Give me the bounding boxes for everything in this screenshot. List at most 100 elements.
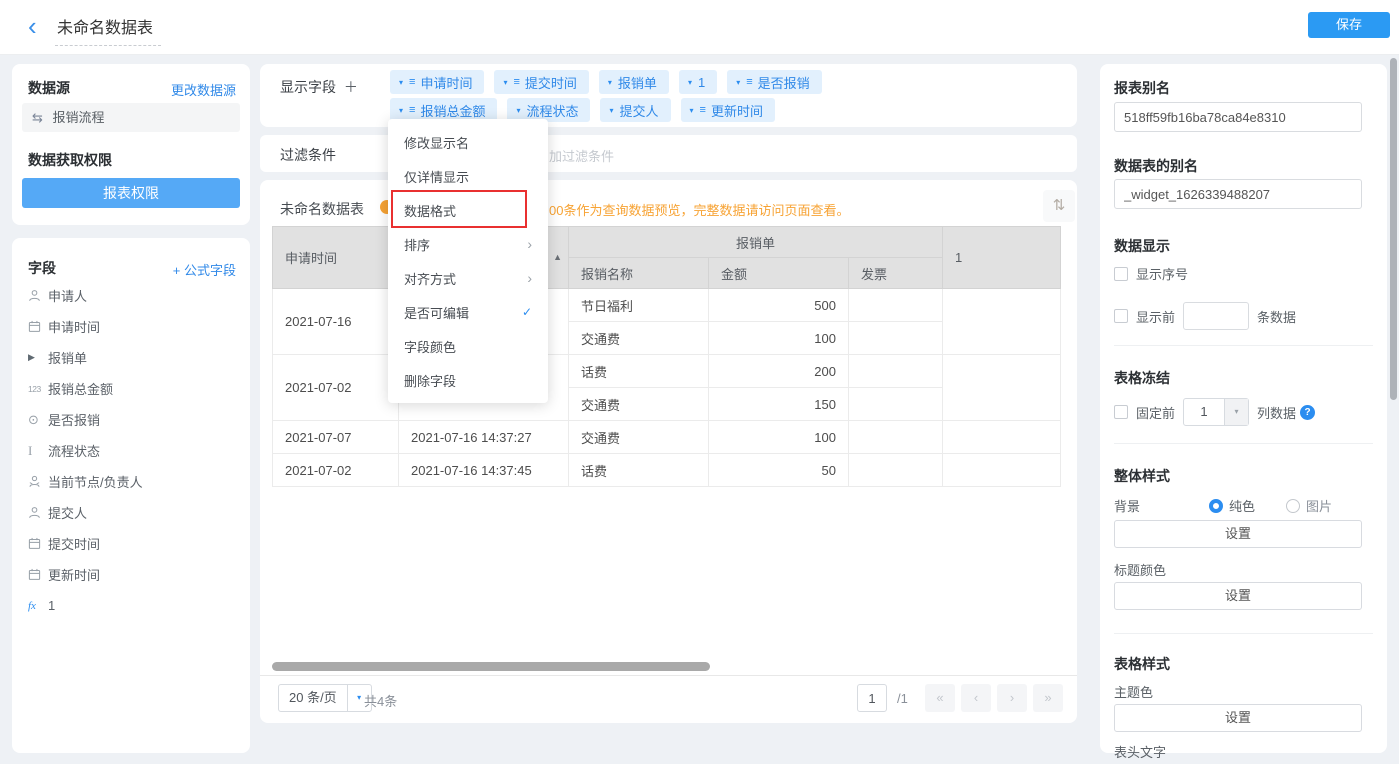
chip-label: 申请时间 xyxy=(420,73,472,92)
help-icon[interactable]: ? xyxy=(1300,405,1315,420)
col-group-expense-form[interactable]: 报销单 xyxy=(569,227,943,258)
field-item-applicant[interactable]: 申请人 xyxy=(12,280,250,311)
field-lines-icon: ≡ xyxy=(513,76,519,88)
fields-panel: 字段 + 公式字段 申请人 申请时间 ▶ 报销单 123 报销总金额 ⊙ 是否报… xyxy=(12,238,250,753)
chevron-down-icon[interactable]: ▾ xyxy=(736,78,740,87)
field-item-label: 当前节点/负责人 xyxy=(48,472,143,491)
col-header-name[interactable]: 报销名称 xyxy=(569,258,709,289)
cell-apply-time: 2021-07-16 xyxy=(273,289,399,355)
menu-item-editable[interactable]: 是否可编辑✓ xyxy=(388,295,548,329)
radio-unselected-icon[interactable] xyxy=(1286,499,1300,513)
vertical-scrollbar[interactable] xyxy=(1390,58,1397,400)
image-option[interactable]: 图片 xyxy=(1286,496,1332,516)
next-page-button[interactable]: › xyxy=(997,684,1027,712)
menu-item-rename[interactable]: 修改显示名 xyxy=(388,125,548,159)
divider xyxy=(1114,443,1373,444)
solid-color-option[interactable]: 纯色 xyxy=(1209,496,1255,516)
field-item-total-amount[interactable]: 123 报销总金额 xyxy=(12,373,250,404)
report-alias-input[interactable] xyxy=(1114,102,1362,132)
background-set-button[interactable]: 设置 xyxy=(1114,520,1362,548)
col-header-invoice[interactable]: 发票 xyxy=(849,258,943,289)
menu-item-field-color[interactable]: 字段颜色 xyxy=(388,329,548,363)
field-chip-is-reimbursed[interactable]: ▾≡是否报销 xyxy=(727,70,821,94)
field-item-label: 1 xyxy=(48,598,55,613)
datasource-item[interactable]: ⇆ 报销流程 xyxy=(22,103,240,132)
field-chip-apply-time[interactable]: ▾≡申请时间 xyxy=(390,70,484,94)
chevron-down-icon[interactable]: ▾ xyxy=(1224,399,1248,425)
table-row[interactable]: 2021-07-02 2021-07-16 14:37:45 话费 50 xyxy=(273,454,1061,487)
chevron-down-icon[interactable]: ▾ xyxy=(399,78,403,87)
field-chip-1[interactable]: ▾1 xyxy=(679,70,717,94)
field-item-label: 报销总金额 xyxy=(48,379,113,398)
field-item-submitter[interactable]: 提交人 xyxy=(12,497,250,528)
cell-formula xyxy=(943,355,1061,421)
title-color-set-button[interactable]: 设置 xyxy=(1114,582,1362,610)
field-item-submit-time[interactable]: 提交时间 xyxy=(12,528,250,559)
report-permission-button[interactable]: 报表权限 xyxy=(22,178,240,208)
chevron-down-icon[interactable]: ▾ xyxy=(688,78,692,87)
table-alias-input[interactable] xyxy=(1114,179,1362,209)
chevron-down-icon[interactable]: ▾ xyxy=(609,106,613,115)
freeze-prefix: 固定前 xyxy=(1136,403,1175,422)
field-item-label: 报销单 xyxy=(48,348,87,367)
menu-item-delete-field[interactable]: 删除字段 xyxy=(388,363,548,397)
save-button[interactable]: 保存 xyxy=(1308,12,1390,38)
col-header-1[interactable]: 1 xyxy=(943,227,1061,289)
background-row: 背景 纯色 图片 xyxy=(1114,496,1364,516)
field-item-flow-status[interactable]: I 流程状态 xyxy=(12,435,250,466)
field-item-update-time[interactable]: 更新时间 xyxy=(12,559,250,590)
change-datasource-link[interactable]: 更改数据源 xyxy=(171,80,236,99)
field-chip-submit-time[interactable]: ▾≡提交时间 xyxy=(494,70,588,94)
field-item-current-node[interactable]: 当前节点/负责人 xyxy=(12,466,250,497)
last-page-button[interactable]: » xyxy=(1033,684,1063,712)
chevron-down-icon[interactable]: ▾ xyxy=(516,106,520,115)
cell-amount: 100 xyxy=(709,322,849,355)
cell-submit-time: 2021-07-16 14:37:27 xyxy=(399,421,569,454)
col-header-apply-time[interactable]: 申请时间 xyxy=(273,227,399,289)
menu-item-align[interactable]: 对齐方式› xyxy=(388,261,548,295)
menu-item-sort[interactable]: 排序› xyxy=(388,227,548,261)
expand-icon[interactable]: ▶ xyxy=(28,352,48,363)
cell-formula xyxy=(943,289,1061,355)
cell-name: 交通费 xyxy=(569,388,709,421)
field-item-formula-1[interactable]: fx 1 xyxy=(12,590,250,621)
chevron-down-icon[interactable]: ▾ xyxy=(690,106,694,115)
chip-label: 更新时间 xyxy=(711,101,763,120)
horizontal-scrollbar[interactable] xyxy=(272,662,710,671)
freeze-row: 固定前 1 ▾ 列数据 ? xyxy=(1114,398,1315,426)
chevron-down-icon[interactable]: ▾ xyxy=(399,106,403,115)
prev-page-button[interactable]: ‹ xyxy=(961,684,991,712)
field-item-label: 更新时间 xyxy=(48,565,100,584)
add-field-icon[interactable]: ＋ xyxy=(344,79,358,95)
page-title[interactable]: 未命名数据表 xyxy=(55,14,161,46)
show-first-count-input[interactable] xyxy=(1183,302,1249,330)
chevron-down-icon[interactable]: ▾ xyxy=(608,78,612,87)
field-chip-expense-form[interactable]: ▾报销单 xyxy=(599,70,669,94)
col-header-amount[interactable]: 金额 xyxy=(709,258,849,289)
formula-field-link[interactable]: + 公式字段 xyxy=(173,260,236,279)
add-filter-placeholder[interactable]: 加过滤条件 xyxy=(549,146,614,165)
field-item-expense-form[interactable]: ▶ 报销单 xyxy=(12,342,250,373)
page-size-select[interactable]: 20 条/页 ▾ xyxy=(278,684,372,712)
field-chip-update-time[interactable]: ▾≡更新时间 xyxy=(681,98,775,122)
theme-color-set-button[interactable]: 设置 xyxy=(1114,704,1362,732)
field-item-is-reimbursed[interactable]: ⊙ 是否报销 xyxy=(12,404,250,435)
menu-item-data-format[interactable]: 数据格式 xyxy=(388,193,548,227)
freeze-checkbox[interactable] xyxy=(1114,405,1128,419)
first-page-button[interactable]: « xyxy=(925,684,955,712)
show-index-checkbox[interactable] xyxy=(1114,267,1128,281)
show-first-checkbox[interactable] xyxy=(1114,309,1128,323)
field-item-apply-time[interactable]: 申请时间 xyxy=(12,311,250,342)
field-chip-submitter[interactable]: ▾提交人 xyxy=(600,98,670,122)
table-row[interactable]: 2021-07-07 2021-07-16 14:37:27 交通费 100 xyxy=(273,421,1061,454)
page-number-input[interactable] xyxy=(857,684,887,712)
chevron-down-icon[interactable]: ▾ xyxy=(503,78,507,87)
back-icon[interactable]: ‹ xyxy=(28,11,37,41)
cell-amount: 500 xyxy=(709,289,849,322)
freeze-count-select[interactable]: 1 ▾ xyxy=(1183,398,1249,426)
radio-selected-icon[interactable] xyxy=(1209,499,1223,513)
preview-notice: 00条作为查询数据预览，完整数据请访问页面查看。 xyxy=(549,200,849,219)
menu-item-detail-only[interactable]: 仅详情显示 xyxy=(388,159,548,193)
chip-row-1: ▾≡申请时间 ▾≡提交时间 ▾报销单 ▾1 ▾≡是否报销 xyxy=(390,70,822,94)
table-sort-icon[interactable]: ⇅ xyxy=(1043,190,1075,222)
